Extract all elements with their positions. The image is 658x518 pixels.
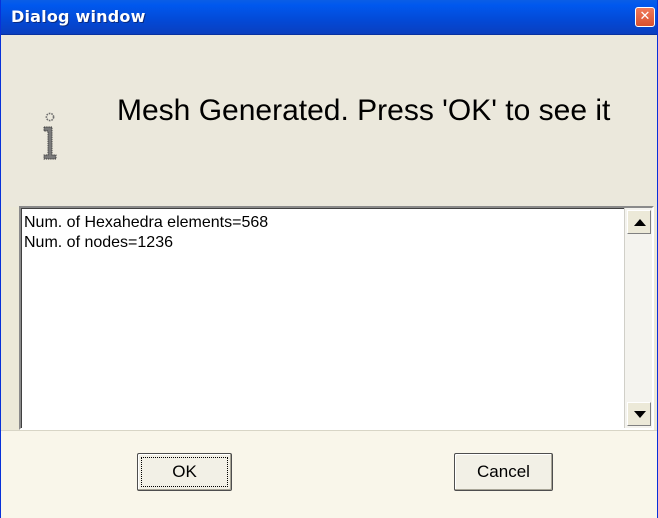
scroll-up-button[interactable]	[627, 210, 651, 234]
ok-button-label: OK	[141, 457, 228, 487]
arrow-down-icon	[634, 411, 646, 418]
message-text: Mesh Generated. Press 'OK' to see it	[117, 94, 611, 127]
info-icon	[43, 112, 57, 160]
button-bar: OK Cancel	[1, 430, 657, 518]
window-title: Dialog window	[11, 7, 146, 26]
details-line: Num. of Hexahedra elements=568	[24, 214, 269, 231]
arrow-up-icon	[634, 219, 646, 226]
close-icon: ✕	[639, 9, 651, 24]
ok-button[interactable]: OK	[137, 453, 232, 491]
details-text[interactable]: Num. of Hexahedra elements=568 Num. of n…	[21, 208, 624, 428]
dialog-window: Dialog window ✕ Mesh Generated. Press 'O…	[0, 0, 658, 518]
close-button[interactable]: ✕	[635, 7, 655, 27]
scroll-down-button[interactable]	[627, 402, 651, 426]
details-line: Num. of nodes=1236	[24, 234, 173, 251]
title-bar[interactable]: Dialog window ✕	[1, 0, 657, 35]
vertical-scrollbar[interactable]	[624, 208, 652, 428]
details-textbox[interactable]: Num. of Hexahedra elements=568 Num. of n…	[19, 206, 654, 430]
cancel-button[interactable]: Cancel	[454, 453, 553, 491]
